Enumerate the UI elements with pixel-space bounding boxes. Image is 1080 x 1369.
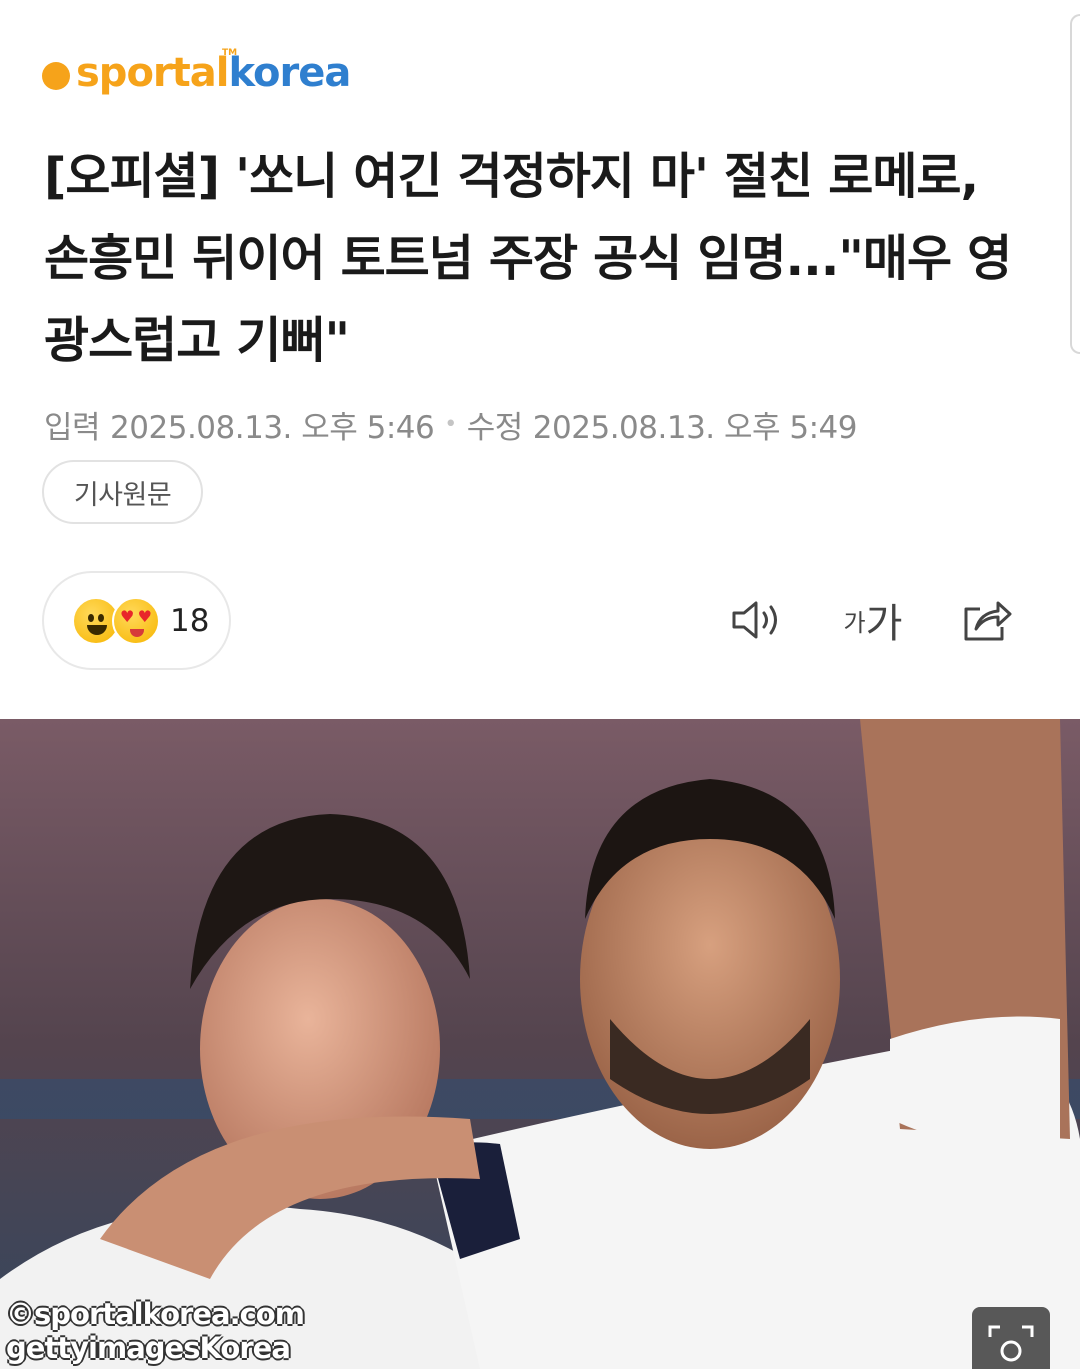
input-time: 2025.08.13. 오후 5:46 <box>110 409 435 446</box>
logo-tm: TM <box>222 48 238 58</box>
font-big-label: 가 <box>865 601 903 647</box>
font-size-button[interactable]: 가가 <box>838 590 908 650</box>
edit-time: 2025.08.13. 오후 5:49 <box>532 409 858 446</box>
article-photo[interactable]: ©sportalkorea.com gettyimagesKorea <box>0 719 1080 1369</box>
heart-eyes-emoji-icon: ♥ ♥ <box>112 596 160 645</box>
speaker-icon[interactable] <box>726 590 786 650</box>
scroll-edge <box>1070 14 1080 354</box>
article-meta: 입력 2025.08.13. 오후 5:46 • 수정 2025.08.13. … <box>44 402 858 446</box>
photo-credit: ©sportalkorea.com gettyimagesKorea <box>6 1297 305 1365</box>
edit-label: 수정 <box>466 409 524 446</box>
photo-illustration <box>0 719 1080 1369</box>
logo-text: sportalkorea <box>76 50 351 96</box>
article-headline: [오피셜] '쏘니 여긴 걱정하지 마' 절친 로메로, 손흥민 뒤이어 토트넘… <box>44 148 1012 369</box>
sportalkorea-logo[interactable]: sportalkorea TM <box>42 48 351 98</box>
meta-separator: • <box>444 411 457 437</box>
photo-credit-line2: gettyimagesKorea <box>6 1331 291 1365</box>
logo-dot <box>42 62 70 90</box>
photo-credit-line1: ©sportalkorea.com <box>6 1297 305 1331</box>
expand-image-icon[interactable] <box>972 1307 1050 1369</box>
original-article-button[interactable]: 기사원문 <box>42 460 203 524</box>
reaction-count: 18 <box>170 602 210 639</box>
input-label: 입력 <box>44 409 101 446</box>
share-icon[interactable] <box>956 590 1016 650</box>
reactions-button[interactable]: ♥ ♥ 18 <box>42 571 231 670</box>
article-page: sportalkorea TM [오피셜] '쏘니 여긴 걱정하지 마' 절친 … <box>0 0 1080 1369</box>
font-small-label: 가 <box>843 608 866 637</box>
